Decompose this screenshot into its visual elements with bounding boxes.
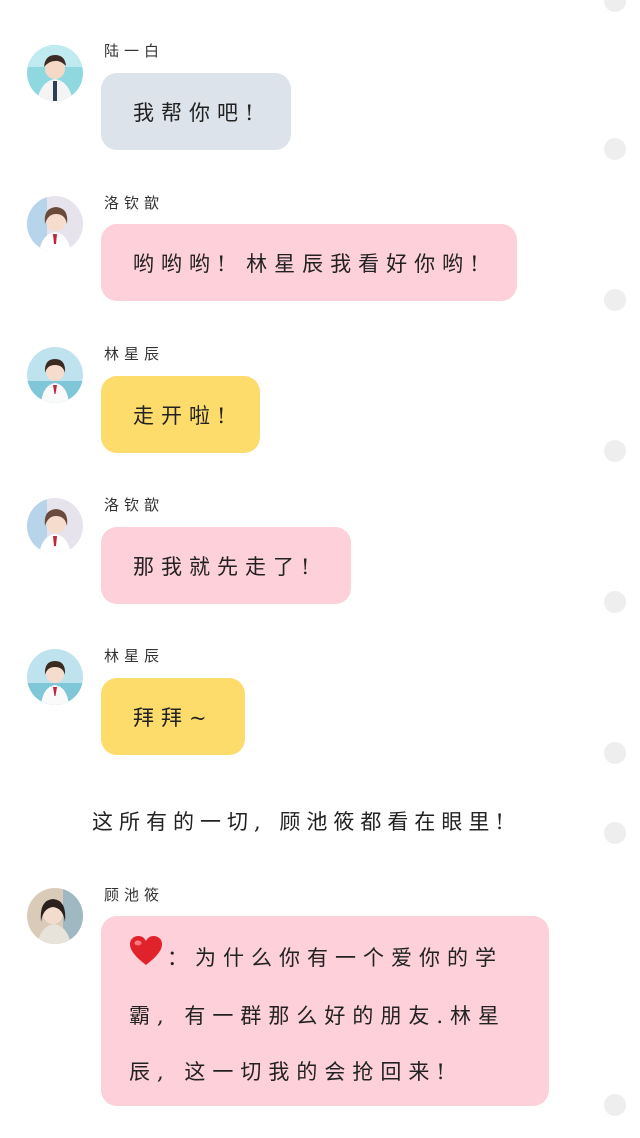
side-dot bbox=[604, 591, 626, 613]
message-line: 霸, 有一群那么好的朋友.林星 bbox=[129, 1003, 507, 1028]
red-heart-icon bbox=[129, 932, 163, 988]
side-dot bbox=[604, 440, 626, 462]
side-dot bbox=[604, 1094, 626, 1116]
message-bubble[interactable]: 那我就先走了! bbox=[101, 527, 351, 604]
message-bubble[interactable]: 走开啦! bbox=[101, 376, 260, 453]
side-dot bbox=[604, 138, 626, 160]
side-dot bbox=[604, 742, 626, 764]
sender-name: 林星辰 bbox=[104, 345, 165, 363]
avatar[interactable] bbox=[27, 45, 83, 101]
sender-name: 顾池筱 bbox=[104, 886, 165, 904]
sender-name: 陆一白 bbox=[104, 42, 165, 60]
side-dot bbox=[604, 822, 626, 844]
message-bubble[interactable]: 我帮你吧! bbox=[101, 73, 291, 150]
avatar[interactable] bbox=[27, 498, 83, 554]
avatar[interactable] bbox=[27, 649, 83, 705]
message-line-text: ：为什么你有一个爱你的学 bbox=[167, 946, 503, 970]
side-dot bbox=[604, 289, 626, 311]
sender-name: 洛钦歆 bbox=[104, 496, 165, 514]
avatar[interactable] bbox=[27, 196, 83, 252]
sender-name: 洛钦歆 bbox=[104, 194, 165, 212]
sender-name: 林星辰 bbox=[104, 647, 165, 665]
message-bubble[interactable]: 拜拜~ bbox=[101, 678, 245, 755]
side-dot bbox=[604, 0, 626, 12]
message-bubble[interactable]: ：为什么你有一个爱你的学 霸, 有一群那么好的朋友.林星 辰, 这一切我的会抢回… bbox=[101, 916, 549, 1106]
message-line: 辰, 这一切我的会抢回来! bbox=[129, 1059, 452, 1084]
message-bubble[interactable]: 哟哟哟! 林星辰我看好你哟! bbox=[101, 224, 517, 301]
avatar[interactable] bbox=[27, 888, 83, 944]
narration-text: 这所有的一切, 顾池筱都看在眼里! bbox=[92, 810, 510, 834]
avatar[interactable] bbox=[27, 347, 83, 403]
message-line: ：为什么你有一个爱你的学 bbox=[129, 930, 523, 988]
